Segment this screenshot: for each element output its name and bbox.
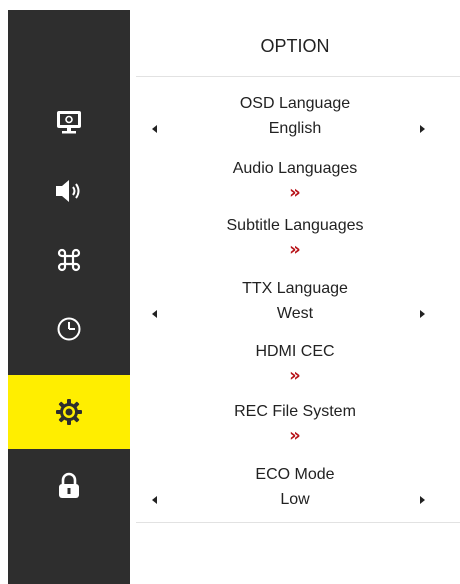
right-arrow-icon[interactable]	[420, 496, 425, 504]
option-row-eco-mode[interactable]: ECO Mode Low	[130, 466, 460, 530]
monitor-icon	[57, 111, 81, 134]
submenu-chevron-icon: »	[289, 365, 301, 386]
sidebar	[8, 10, 130, 584]
option-value: English	[268, 120, 322, 137]
lock-icon	[59, 472, 79, 498]
option-value: Low	[280, 491, 310, 508]
option-row-subtitle-languages[interactable]: Subtitle Languages »	[130, 217, 460, 281]
sidebar-item-lock[interactable]	[8, 449, 130, 523]
option-row-ttx-language[interactable]: TTX Language West	[130, 280, 460, 344]
option-label: TTX Language	[242, 280, 348, 297]
sidebar-item-picture[interactable]	[8, 85, 130, 159]
page-title: OPTION	[260, 36, 330, 56]
speaker-icon	[56, 180, 80, 202]
submenu-chevron-icon: »	[289, 425, 301, 446]
clock-icon	[57, 317, 81, 341]
option-label: OSD Language	[239, 95, 351, 112]
option-label: HDMI CEC	[255, 343, 335, 360]
sidebar-item-function[interactable]	[8, 223, 130, 297]
option-label: Subtitle Languages	[226, 217, 364, 234]
sidebar-item-option[interactable]	[8, 375, 130, 449]
option-value: West	[276, 305, 314, 322]
option-label: ECO Mode	[255, 466, 335, 483]
right-arrow-icon[interactable]	[420, 310, 425, 318]
sidebar-item-time[interactable]	[8, 292, 130, 366]
submenu-chevron-icon: »	[289, 182, 301, 203]
bottom-divider	[136, 522, 460, 523]
command-icon	[57, 248, 81, 272]
option-row-osd-language[interactable]: OSD Language English	[130, 95, 460, 159]
option-row-rec-file-system[interactable]: REC File System »	[130, 403, 460, 467]
submenu-chevron-icon: »	[289, 239, 301, 260]
sidebar-item-sound[interactable]	[8, 154, 130, 228]
option-label: Audio Languages	[232, 160, 358, 177]
title-divider	[136, 76, 460, 77]
gear-icon	[56, 399, 82, 425]
option-panel: OPTION OSD Language English Audio Langua…	[130, 10, 460, 584]
option-row-hdmi-cec[interactable]: HDMI CEC »	[130, 343, 460, 407]
option-row-audio-languages[interactable]: Audio Languages »	[130, 160, 460, 224]
right-arrow-icon[interactable]	[420, 125, 425, 133]
option-label: REC File System	[234, 403, 356, 420]
